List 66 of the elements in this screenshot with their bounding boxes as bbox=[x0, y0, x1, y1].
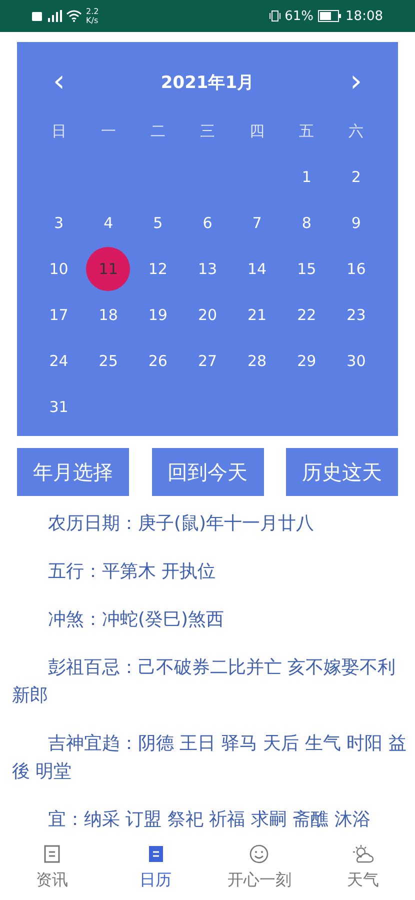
calendar-icon bbox=[146, 844, 165, 864]
calendar-day[interactable]: 1 bbox=[284, 155, 329, 199]
almanac-text: 农历日期：庚子(鼠)年十一月廿八 bbox=[47, 512, 316, 536]
signal-icon bbox=[46, 10, 62, 22]
nav-tab[interactable]: 日历 bbox=[104, 834, 208, 900]
calendar-day[interactable]: 15 bbox=[284, 247, 329, 291]
calendar-day[interactable]: 23 bbox=[334, 293, 378, 337]
calendar-day[interactable]: 25 bbox=[86, 339, 130, 383]
calendar-day[interactable]: 7 bbox=[235, 201, 280, 245]
calendar-day[interactable]: 18 bbox=[86, 293, 130, 337]
speed-unit: K/s bbox=[86, 16, 99, 25]
nav-tab[interactable]: 开心一刻 bbox=[208, 834, 312, 900]
calendar-day[interactable]: 21 bbox=[235, 293, 280, 337]
calendar-day[interactable]: 3 bbox=[36, 201, 81, 245]
calendar-day[interactable]: 8 bbox=[284, 201, 329, 245]
weekday-label: 四 bbox=[250, 122, 265, 140]
weekday-label: 五 bbox=[299, 122, 314, 140]
calendar-day[interactable]: 20 bbox=[185, 293, 230, 337]
weekday-label: 六 bbox=[348, 122, 364, 140]
calendar-day[interactable]: 29 bbox=[284, 339, 329, 383]
calendar-icon bbox=[42, 844, 61, 864]
calendar-day[interactable]: 17 bbox=[36, 293, 81, 337]
calendar-day[interactable]: 11 bbox=[86, 247, 130, 291]
calendar-day[interactable]: 16 bbox=[334, 247, 378, 291]
battery-icon bbox=[318, 10, 342, 22]
calendar-day[interactable]: 22 bbox=[284, 293, 329, 337]
battery-percent: 61% bbox=[284, 8, 314, 24]
calendar-day[interactable]: 28 bbox=[235, 339, 280, 383]
month-title: 2021年1月 bbox=[160, 72, 254, 94]
cloud-sun-icon bbox=[352, 844, 374, 864]
almanac-text: 吉神宜趋：阴德 王日 驿马 天后 生气 时阳 益後 明堂 bbox=[12, 732, 407, 784]
speed-text: 2.2 bbox=[86, 7, 99, 16]
almanac-text: 彭祖百忌：己不破券二比并亡 亥不嫁娶不利新郎 bbox=[12, 656, 397, 708]
weekday-label: 三 bbox=[200, 122, 215, 140]
calendar-day[interactable]: 24 bbox=[36, 339, 81, 383]
nav-tab[interactable]: 资讯 bbox=[0, 834, 104, 900]
weekday-label: 二 bbox=[150, 122, 166, 140]
calendar-day[interactable]: 10 bbox=[36, 247, 81, 291]
calendar-day[interactable]: 30 bbox=[334, 339, 378, 383]
wifi-icon bbox=[66, 10, 82, 22]
next-month-button[interactable]: › bbox=[350, 67, 362, 97]
calendar-day[interactable]: 26 bbox=[136, 339, 180, 383]
calendar-day[interactable]: 19 bbox=[136, 293, 180, 337]
action-button[interactable]: 回到今天 bbox=[152, 448, 264, 496]
weekday-label: 一 bbox=[100, 122, 116, 140]
clock: 18:08 bbox=[346, 8, 383, 24]
calendar-day[interactable]: 13 bbox=[185, 247, 230, 291]
action-button[interactable]: 年月选择 bbox=[17, 448, 129, 496]
smile-icon bbox=[249, 844, 270, 864]
calendar-day[interactable]: 2 bbox=[334, 155, 378, 199]
vibrate-icon bbox=[268, 10, 281, 22]
calendar-day[interactable]: 31 bbox=[36, 385, 81, 429]
almanac-text: 宜：纳采 订盟 祭祀 祈福 求嗣 斋醮 沐浴 bbox=[47, 808, 372, 832]
weekday-label: 日 bbox=[51, 122, 66, 140]
calendar-day[interactable]: 14 bbox=[235, 247, 280, 291]
calendar-day[interactable]: 4 bbox=[86, 201, 130, 245]
nav-tab[interactable]: 天气 bbox=[311, 834, 415, 900]
almanac-text: 冲煞：冲蛇(癸巳)煞西 bbox=[47, 608, 226, 632]
calendar-day[interactable]: 12 bbox=[136, 247, 180, 291]
calendar-day[interactable]: 27 bbox=[185, 339, 230, 383]
calendar-day[interactable]: 5 bbox=[136, 201, 180, 245]
calendar-day[interactable]: 6 bbox=[185, 201, 230, 245]
almanac-text: 五行：平第木 开执位 bbox=[47, 560, 217, 584]
previous-month-button[interactable]: ‹ bbox=[53, 67, 65, 97]
calendar-day[interactable]: 9 bbox=[334, 201, 378, 245]
action-button[interactable]: 历史这天 bbox=[286, 448, 398, 496]
